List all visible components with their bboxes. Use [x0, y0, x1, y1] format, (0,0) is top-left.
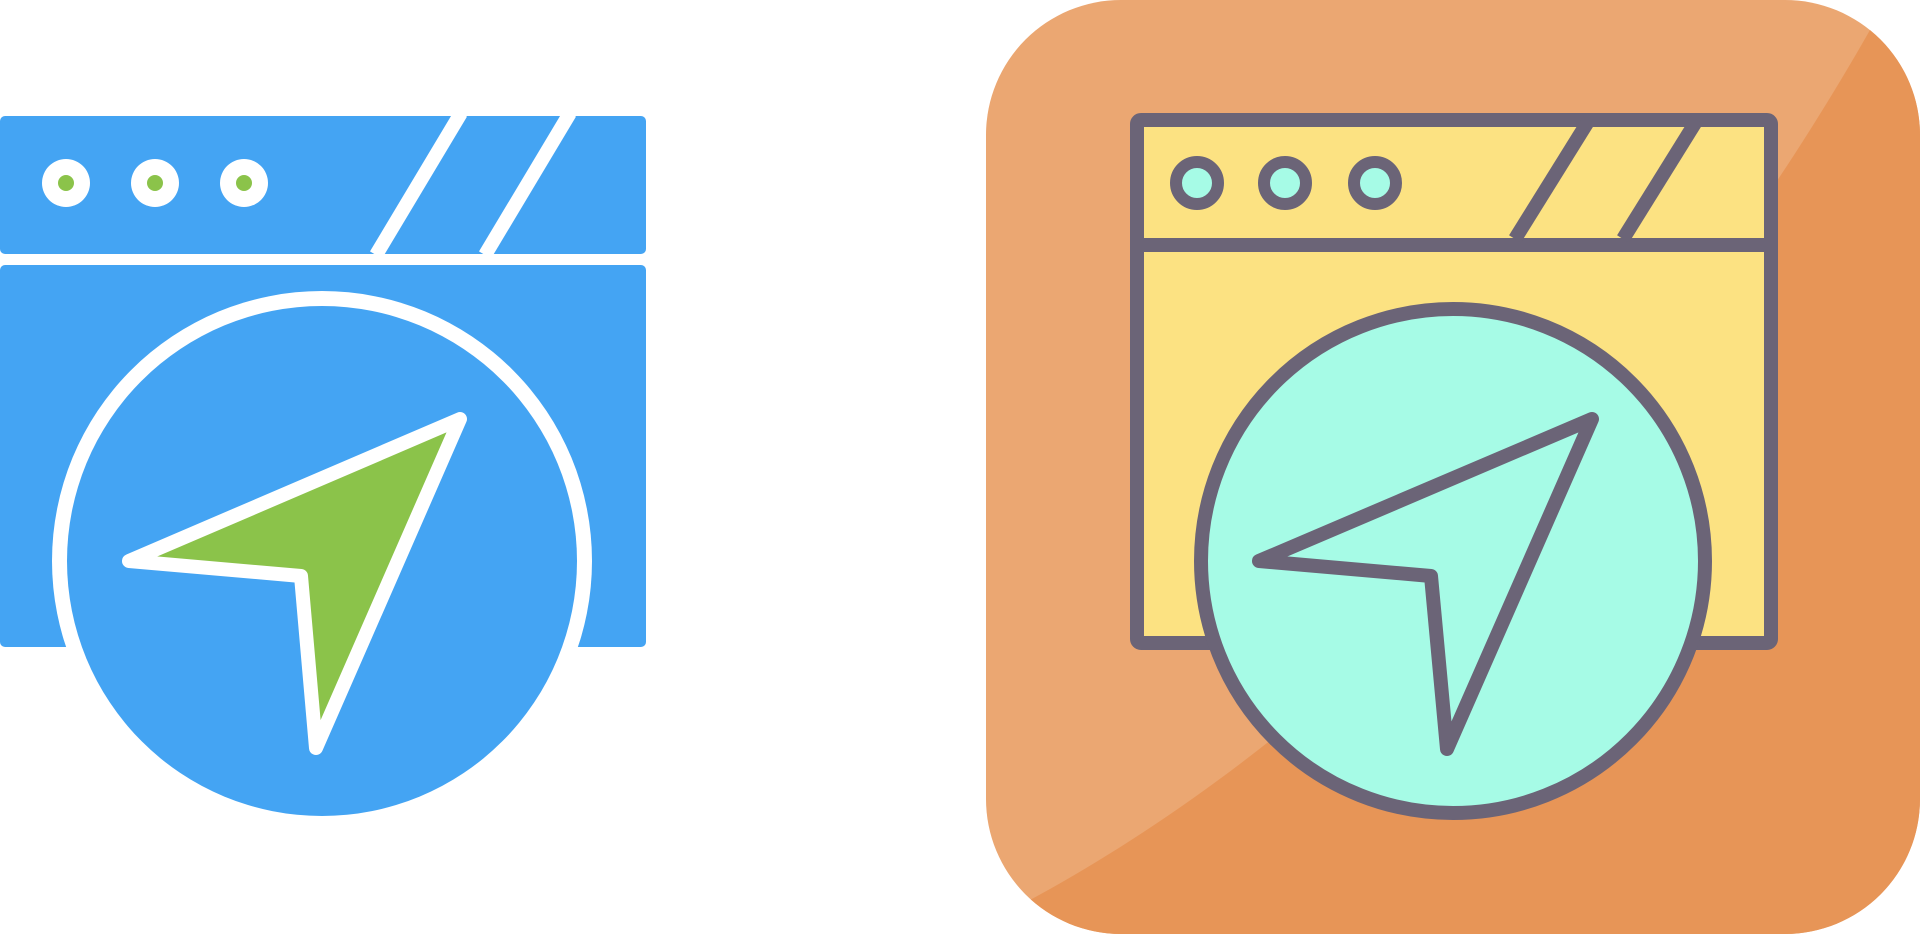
window-dot-maximize-icon — [220, 159, 268, 207]
icon-canvas — [0, 0, 1920, 934]
browser-navigation-icon-filled-outline — [986, 0, 1920, 934]
window-dot-minimize-icon — [1258, 156, 1312, 210]
window-dot-close-icon — [1170, 156, 1224, 210]
window-dot-close-icon — [42, 159, 90, 207]
browser-navigation-icon-flat — [0, 109, 646, 831]
icon-stage — [0, 0, 1920, 934]
window-control-dots — [42, 159, 268, 207]
window-dot-minimize-icon — [131, 159, 179, 207]
window-control-dots — [1170, 156, 1402, 210]
window-dot-maximize-icon — [1348, 156, 1402, 210]
